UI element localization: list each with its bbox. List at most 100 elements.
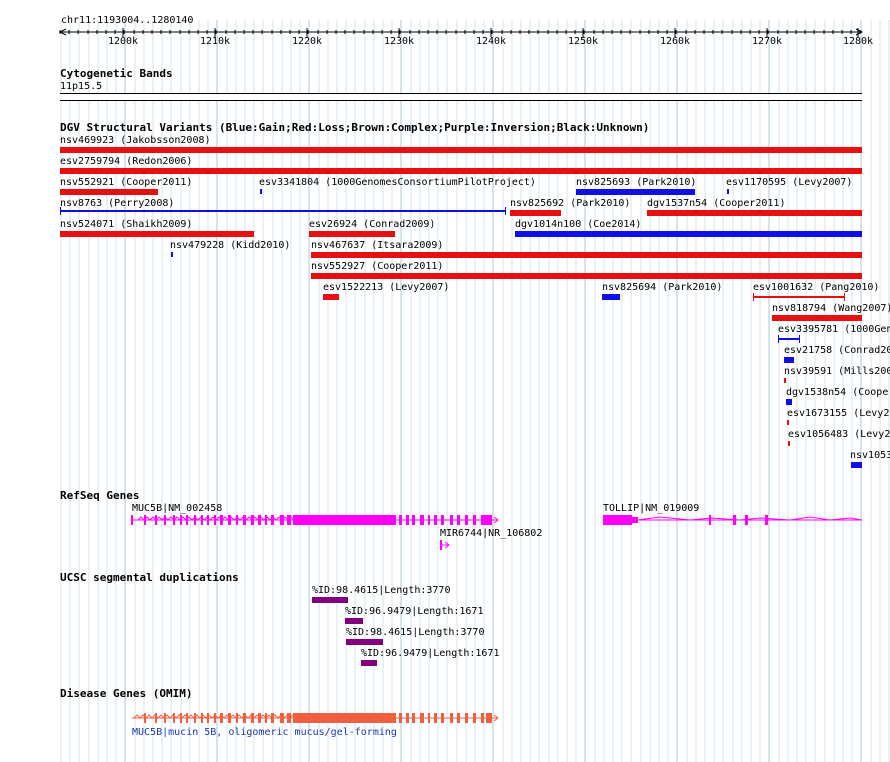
omim-gene-label: MUC5B|mucin 5B, oligomeric mucus/gel-for… [132, 727, 397, 738]
segdup-label: %ID:96.9479|Length:1671 [361, 648, 500, 659]
segdup-block[interactable] [345, 618, 363, 624]
exon [745, 515, 748, 525]
dgv-feature-bar[interactable] [788, 441, 790, 446]
omim-exon [450, 713, 453, 723]
omim-exon [236, 713, 238, 723]
dgv-track-title[interactable]: DGV Structural Variants (Blue:Gain;Red:L… [60, 122, 649, 134]
dgv-feature-bar[interactable] [784, 357, 794, 363]
dgv-feature-bar[interactable] [311, 273, 862, 279]
refseq-glyphs[interactable] [0, 505, 890, 565]
exon [207, 515, 209, 525]
dgv-feature-label: esv1001632 (Pang2010) [753, 282, 880, 293]
dgv-feature-bar[interactable] [727, 189, 729, 194]
exon [399, 515, 402, 525]
dgv-feature-label: esv1056483 (Levy2 [788, 429, 890, 440]
omim-exon [265, 713, 267, 723]
exon [406, 515, 409, 525]
dgv-feature-bar[interactable] [60, 231, 254, 237]
dgv-feature-label: esv21758 (Conrad20 [784, 345, 890, 356]
exon [220, 515, 223, 525]
exon [265, 515, 267, 525]
dgv-feature-bar[interactable] [647, 210, 862, 216]
exon [709, 515, 711, 525]
ruler[interactable]: 1200k 1210k 1220k 1230k 1240k 1250k 1260k 1270k… [0, 26, 890, 50]
segdup-block[interactable] [312, 597, 348, 603]
utr [632, 517, 638, 523]
ruler-tick-label: 1230k [383, 36, 415, 47]
omim-glyph[interactable] [0, 708, 890, 728]
exon [144, 515, 146, 525]
segdup-block[interactable] [346, 639, 383, 645]
exon [280, 515, 284, 525]
ruler-tick-label: 1210k [199, 36, 231, 47]
dgv-feature-label: nsv467637 (Itsara2009) [311, 240, 444, 251]
exon [420, 515, 424, 525]
exon [155, 515, 157, 525]
exon [258, 515, 261, 525]
dgv-feature-bar[interactable] [787, 420, 789, 425]
dgv-feature-bar[interactable] [260, 189, 262, 194]
exon [243, 515, 246, 525]
dgv-feature-label: dgv1537n54 (Cooper2011) [647, 198, 786, 209]
dgv-feature-label: nsv825694 (Park2010) [602, 282, 723, 293]
dgv-feature-bar[interactable] [171, 252, 173, 257]
omim-exon [481, 713, 484, 723]
dgv-feature-bar[interactable] [323, 294, 339, 300]
omim-exon [465, 713, 468, 723]
ruler-tick-label: 1200k [107, 36, 139, 47]
dgv-feature-bar[interactable] [851, 462, 862, 468]
segdup-label: %ID:98.4615|Length:3770 [346, 627, 485, 638]
dgv-feature-label: nsv524071 (Shaikh2009) [60, 219, 193, 230]
exon [434, 515, 437, 525]
omim-exon [243, 713, 246, 723]
exon [733, 515, 736, 525]
dgv-feature-bar[interactable] [602, 294, 620, 300]
location-label: chr11:1193004..1280140 [61, 15, 194, 26]
omim-exon [434, 713, 437, 723]
dgv-feature-bar[interactable] [515, 231, 862, 237]
dgv-feature-label: nsv825692 (Park2010) [510, 198, 631, 209]
omim-exon [280, 713, 284, 723]
exon [271, 515, 274, 525]
omim-exon [412, 713, 415, 723]
exon [236, 515, 238, 525]
dgv-feature-bar[interactable] [60, 168, 862, 174]
dgv-feature-label: esv26924 (Conrad2009) [309, 219, 436, 230]
dgv-feature-bar[interactable] [753, 296, 845, 298]
dgv-feature-bar[interactable] [60, 210, 506, 212]
omim-exon [155, 713, 157, 723]
dgv-feature-label: esv3341804 (1000GenomesConsortiumPilotPr… [259, 177, 536, 188]
refseq-track-title[interactable]: RefSeq Genes [60, 490, 139, 502]
omim-exon [420, 713, 424, 723]
dgv-feature-bar[interactable] [60, 147, 862, 153]
segdup-block[interactable] [361, 660, 377, 666]
omim-exon [186, 713, 188, 723]
dgv-feature-bar[interactable] [576, 189, 695, 195]
cyto-band[interactable] [60, 93, 862, 101]
dgv-feature-bar[interactable] [778, 338, 800, 340]
segdup-label: %ID:96.9479|Length:1671 [345, 606, 484, 617]
omim-exon [220, 713, 223, 723]
dgv-feature-bar[interactable] [786, 399, 792, 405]
dgv-feature-bar[interactable] [772, 315, 862, 321]
omim-track-title[interactable]: Disease Genes (OMIM) [60, 688, 192, 700]
exon [484, 515, 492, 525]
exon [214, 515, 216, 525]
segdup-track-title[interactable]: UCSC segmental duplications [60, 572, 239, 584]
cyto-track-title[interactable]: Cytogenetic Bands [60, 68, 173, 80]
dgv-feature-bar[interactable] [510, 210, 561, 216]
dgv-feature-bar[interactable] [60, 189, 158, 195]
dgv-feature-bar[interactable] [311, 252, 862, 258]
omim-exon [293, 713, 296, 723]
omim-exon [271, 713, 274, 723]
dgv-feature-label: nsv8763 (Perry2008) [60, 198, 175, 209]
dgv-feature-bar[interactable] [784, 378, 786, 383]
omim-exon [287, 713, 291, 723]
exon [186, 515, 188, 525]
omim-exon [486, 713, 492, 723]
dgv-feature-label: esv3395781 (1000Gen [778, 324, 890, 335]
exon [194, 515, 196, 525]
exon [450, 515, 453, 525]
dgv-feature-bar[interactable] [309, 231, 395, 237]
exon [251, 515, 254, 525]
